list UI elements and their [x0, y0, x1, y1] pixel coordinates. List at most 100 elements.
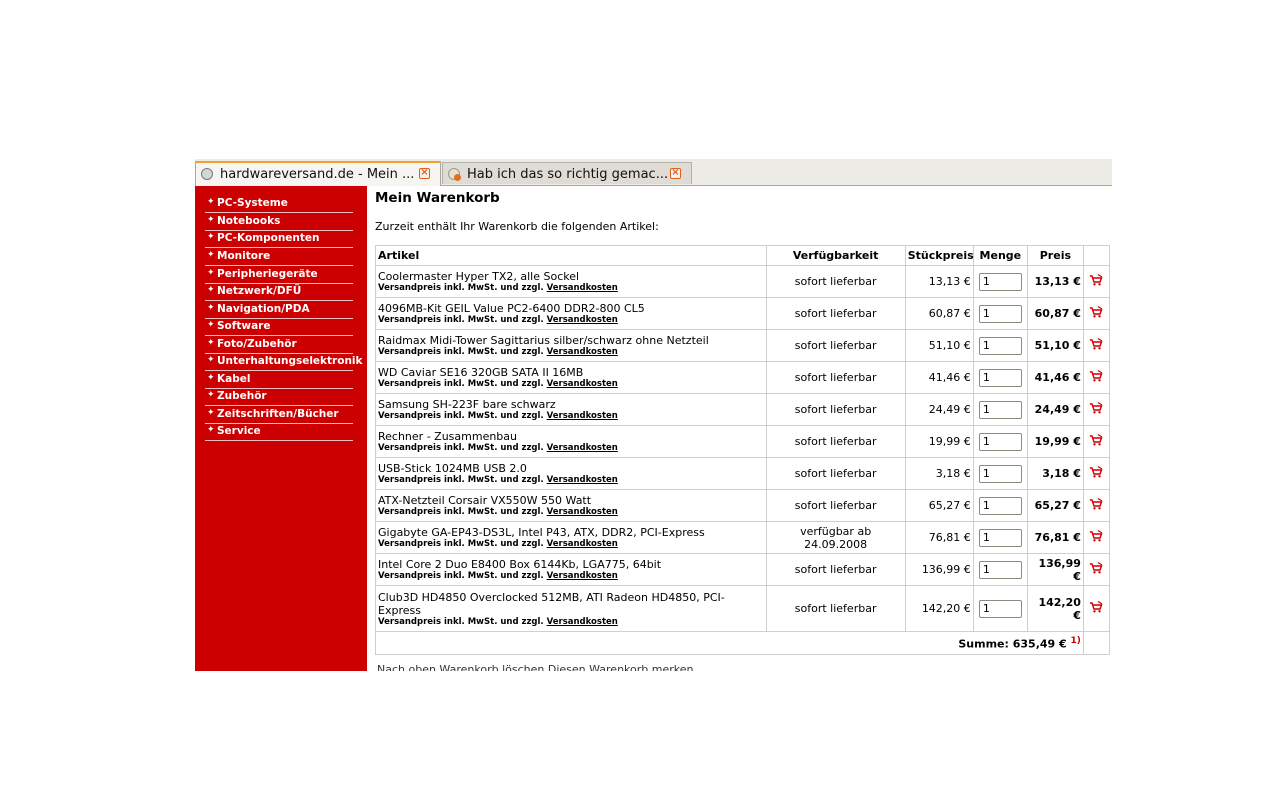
unit-price-cell: 60,87 €	[904, 297, 974, 330]
product-name[interactable]: Raidmax Midi-Tower Sagittarius silber/sc…	[378, 334, 764, 347]
cart-remove-icon[interactable]	[1089, 465, 1103, 478]
close-icon[interactable]: ×	[670, 168, 681, 179]
remove-cell	[1082, 297, 1111, 330]
table-row: Gigabyte GA-EP43-DS3L, Intel P43, ATX, D…	[375, 521, 1111, 554]
cart-remove-icon[interactable]	[1089, 401, 1103, 414]
tab-bar: hardwareversand.de - Mein ... × Hab ich …	[195, 159, 1112, 186]
shipping-cost-link[interactable]: Versandkosten	[547, 539, 618, 549]
product-cell: Raidmax Midi-Tower Sagittarius silber/sc…	[375, 329, 767, 362]
shipping-cost-link[interactable]: Versandkosten	[547, 379, 618, 389]
product-name[interactable]: ATX-Netzteil Corsair VX550W 550 Watt	[378, 494, 764, 507]
unit-price-cell: 65,27 €	[904, 489, 974, 522]
product-name[interactable]: Samsung SH-223F bare schwarz	[378, 398, 764, 411]
sidebar-item-software[interactable]: ✦ Software	[205, 318, 353, 336]
quantity-input[interactable]	[978, 368, 1022, 387]
diamond-bullet-icon: ✦	[207, 215, 215, 225]
cart-remove-icon[interactable]	[1089, 497, 1103, 510]
product-name[interactable]: Coolermaster Hyper TX2, alle Sockel	[378, 270, 764, 283]
product-name[interactable]: Gigabyte GA-EP43-DS3L, Intel P43, ATX, D…	[378, 526, 764, 539]
shipping-note-text: Versandpreis inkl. MwSt. und zzgl.	[378, 616, 544, 627]
price-cell: 24,49 €	[1026, 393, 1084, 426]
cart-remove-icon[interactable]	[1089, 561, 1103, 574]
product-name[interactable]: Rechner - Zusammenbau	[378, 430, 764, 443]
quantity-input[interactable]	[978, 336, 1022, 355]
product-cell: 4096MB-Kit GEIL Value PC2-6400 DDR2-800 …	[375, 297, 767, 330]
unit-price-cell: 24,49 €	[904, 393, 974, 426]
sidebar-item-service[interactable]: ✦ Service	[205, 423, 353, 441]
sidebar-item-unterhaltungselektronik[interactable]: ✦ Unterhaltungselektronik	[205, 353, 363, 371]
sidebar-item-zubehoer[interactable]: ✦ Zubehör	[205, 388, 353, 406]
sidebar-item-pc-komponenten[interactable]: ✦ PC-Komponenten	[205, 230, 353, 248]
product-name[interactable]: WD Caviar SE16 320GB SATA II 16MB	[378, 366, 764, 379]
shipping-cost-link[interactable]: Versandkosten	[547, 443, 618, 453]
tab-hardwareversand[interactable]: hardwareversand.de - Mein ... ×	[195, 161, 441, 186]
product-cell: Club3D HD4850 Overclocked 512MB, ATI Rad…	[375, 585, 767, 632]
sidebar-item-pc-systeme[interactable]: ✦ PC-Systeme	[205, 195, 353, 213]
sum-footnote[interactable]: 1)	[1071, 636, 1081, 646]
sidebar-item-notebooks[interactable]: ✦ Notebooks	[205, 213, 353, 231]
product-name[interactable]: USB-Stick 1024MB USB 2.0	[378, 462, 764, 475]
availability-cell: verfügbar ab 24.09.2008	[765, 521, 906, 554]
shipping-cost-link[interactable]: Versandkosten	[547, 283, 618, 293]
cart-remove-icon[interactable]	[1089, 369, 1103, 382]
cart-remove-icon[interactable]	[1089, 305, 1103, 318]
remove-cell	[1082, 393, 1111, 426]
remove-cell	[1082, 265, 1111, 298]
table-row: Intel Core 2 Duo E8400 Box 6144Kb, LGA77…	[375, 553, 1111, 586]
availability-cell: sofort lieferbar	[765, 329, 906, 362]
main-content: Mein Warenkorb Zurzeit enthält Ihr Waren…	[375, 186, 1112, 671]
quantity-input[interactable]	[978, 528, 1022, 547]
cart-remove-icon[interactable]	[1089, 337, 1103, 350]
product-name[interactable]: 4096MB-Kit GEIL Value PC2-6400 DDR2-800 …	[378, 302, 764, 315]
shipping-cost-link[interactable]: Versandkosten	[547, 411, 618, 421]
quantity-input[interactable]	[978, 432, 1022, 451]
bottom-actions[interactable]: Nach oben Warenkorb löschen Diesen Waren…	[377, 663, 693, 671]
shipping-cost-link[interactable]: Versandkosten	[547, 315, 618, 325]
shipping-cost-link[interactable]: Versandkosten	[547, 507, 618, 517]
quantity-input[interactable]	[978, 464, 1022, 483]
table-row: ATX-Netzteil Corsair VX550W 550 Watt Vers…	[375, 489, 1111, 522]
shipping-cost-link[interactable]: Versandkosten	[547, 347, 618, 357]
product-cell: WD Caviar SE16 320GB SATA II 16MB Versand…	[375, 361, 767, 394]
shipping-cost-link[interactable]: Versandkosten	[547, 475, 618, 485]
remove-cell	[1082, 585, 1111, 632]
cart-body: Coolermaster Hyper TX2, alle Sockel Versa…	[375, 265, 1111, 632]
shipping-note-text: Versandpreis inkl. MwSt. und zzgl.	[378, 507, 544, 517]
product-cell: Intel Core 2 Duo E8400 Box 6144Kb, LGA77…	[375, 553, 767, 586]
cart-remove-icon[interactable]	[1089, 529, 1103, 542]
tab-forum[interactable]: Hab ich das so richtig gemac... ×	[442, 162, 692, 184]
unit-price-cell: 13,13 €	[904, 265, 974, 298]
sidebar-item-foto[interactable]: ✦ Foto/Zubehör	[205, 336, 353, 354]
sidebar-item-navigation[interactable]: ✦ Navigation/PDA	[205, 301, 353, 319]
sum-row: Summe: 635,49 € 1)	[375, 631, 1111, 655]
shipping-note: Versandpreis inkl. MwSt. und zzgl. Versa…	[378, 507, 764, 517]
column-header-preis: Preis	[1026, 245, 1084, 266]
shipping-note: Versandpreis inkl. MwSt. und zzgl. Versa…	[378, 315, 764, 325]
close-icon[interactable]: ×	[419, 168, 430, 179]
shipping-cost-link[interactable]: Versandkosten	[547, 617, 618, 627]
unit-price-cell: 136,99 €	[904, 553, 974, 586]
unit-price-cell: 41,46 €	[904, 361, 974, 394]
remove-cell	[1082, 489, 1111, 522]
quantity-input[interactable]	[978, 599, 1022, 618]
product-name[interactable]: Club3D HD4850 Overclocked 512MB, ATI Rad…	[378, 591, 764, 617]
quantity-input[interactable]	[978, 560, 1022, 579]
product-name[interactable]: Intel Core 2 Duo E8400 Box 6144Kb, LGA77…	[378, 558, 764, 571]
shipping-note: Versandpreis inkl. MwSt. und zzgl. Versa…	[378, 379, 764, 389]
sidebar-item-netzwerk[interactable]: ✦ Netzwerk/DFÜ	[205, 283, 353, 301]
sidebar-item-peripheriegeraete[interactable]: ✦ Peripheriegeräte	[205, 266, 353, 284]
sidebar-item-monitore[interactable]: ✦ Monitore	[205, 248, 353, 266]
sum-empty-cell	[1082, 631, 1111, 655]
cart-remove-icon[interactable]	[1089, 273, 1103, 286]
quantity-input[interactable]	[978, 272, 1022, 291]
quantity-input[interactable]	[978, 496, 1022, 515]
quantity-input[interactable]	[978, 400, 1022, 419]
sidebar-item-kabel[interactable]: ✦ Kabel	[205, 371, 353, 389]
cart-remove-icon[interactable]	[1089, 433, 1103, 446]
cart-remove-icon[interactable]	[1089, 600, 1103, 613]
remove-cell	[1082, 457, 1111, 490]
product-cell: ATX-Netzteil Corsair VX550W 550 Watt Vers…	[375, 489, 767, 522]
shipping-cost-link[interactable]: Versandkosten	[547, 571, 618, 581]
quantity-input[interactable]	[978, 304, 1022, 323]
sidebar-item-zeitschriften[interactable]: ✦ Zeitschriften/Bücher	[205, 406, 353, 424]
